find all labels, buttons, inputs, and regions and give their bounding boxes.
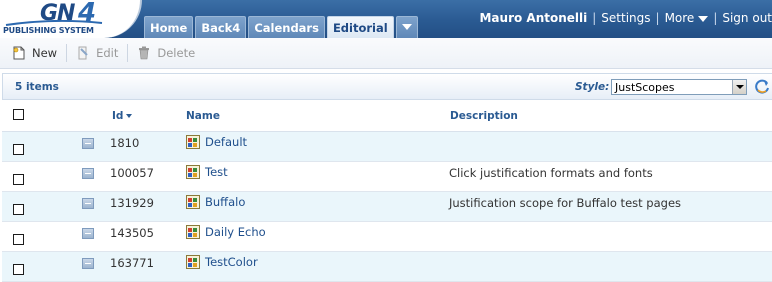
row-id: 143505	[110, 226, 154, 240]
style-select-value: JustScopes	[615, 81, 675, 94]
row-checkbox[interactable]	[13, 234, 24, 245]
scope-icon	[186, 255, 200, 269]
row-name-link[interactable]: Test	[186, 165, 228, 179]
table-row[interactable]: 1810 Default	[2, 132, 772, 162]
logo-subtitle: PUBLISHING SYSTEM	[3, 26, 94, 35]
row-name: Test	[205, 165, 228, 179]
more-menu-label: More	[664, 11, 695, 25]
table-row[interactable]: 143505 Daily Echo	[2, 222, 772, 252]
refresh-icon[interactable]	[754, 78, 771, 95]
dropdown-arrow-icon[interactable]	[732, 80, 746, 94]
trash-icon	[139, 46, 150, 60]
user-bar: Mauro Antonelli | Settings | More | Sign…	[479, 9, 772, 27]
item-count: 5 items	[15, 81, 59, 93]
new-document-icon	[13, 46, 25, 60]
style-select[interactable]: JustScopes	[611, 79, 747, 95]
row-id: 1810	[110, 136, 140, 150]
table-row[interactable]: 100057 Test Click justification formats …	[2, 162, 772, 192]
scope-icon	[186, 195, 200, 209]
row-checkbox[interactable]	[13, 264, 24, 275]
table-body: 1810 Default 100057 Test Click justifica…	[2, 132, 772, 282]
new-button-label: New	[32, 46, 58, 60]
row-checkbox[interactable]	[13, 204, 24, 215]
signout-link[interactable]: Sign out	[722, 11, 772, 25]
tab-calendars[interactable]: Calendars	[248, 16, 325, 38]
document-icon	[82, 198, 94, 209]
row-description: Justification scope for Buffalo test pag…	[449, 196, 682, 210]
settings-link[interactable]: Settings	[601, 11, 650, 25]
toolbar-divider	[127, 44, 129, 62]
chevron-down-icon	[698, 15, 709, 22]
row-checkbox[interactable]	[13, 174, 24, 185]
toolbar-divider	[66, 44, 68, 62]
document-icon	[82, 258, 94, 269]
more-menu[interactable]: More	[665, 11, 709, 25]
tab-editorial[interactable]: Editorial	[326, 16, 394, 38]
edit-icon	[78, 46, 88, 60]
table-row[interactable]: 163771 TestColor	[2, 252, 772, 282]
style-label: Style:	[575, 81, 610, 93]
row-id: 100057	[110, 166, 154, 180]
delete-button-label: Delete	[157, 46, 196, 60]
chevron-down-icon	[401, 24, 412, 30]
row-name: TestColor	[205, 255, 258, 269]
column-header-name[interactable]: Name	[186, 110, 220, 122]
column-header-id[interactable]: Id	[112, 110, 133, 122]
row-description: Click justification formats and fonts	[449, 166, 653, 180]
document-icon	[82, 138, 94, 149]
column-header-description[interactable]: Description	[450, 110, 518, 122]
divider: |	[713, 11, 718, 25]
column-header-id-label: Id	[112, 110, 124, 122]
row-name-link[interactable]: Buffalo	[186, 195, 245, 209]
row-name-link[interactable]: Default	[186, 135, 247, 149]
edit-button[interactable]: Edit	[76, 43, 118, 63]
sort-desc-icon	[126, 114, 133, 118]
row-name-link[interactable]: TestColor	[186, 255, 258, 269]
app-header: GN 4 PUBLISHING SYSTEM Home Back4 Calend…	[0, 0, 772, 38]
select-all-checkbox[interactable]	[13, 109, 24, 120]
user-name[interactable]: Mauro Antonelli	[479, 11, 587, 25]
tabs-overflow-button[interactable]	[395, 16, 418, 38]
table-row[interactable]: 131929 Buffalo Justification scope for B…	[2, 192, 772, 222]
scope-icon	[186, 135, 200, 149]
row-name-link[interactable]: Daily Echo	[186, 225, 266, 239]
tab-back4[interactable]: Back4	[195, 16, 247, 38]
scope-icon	[186, 165, 200, 179]
document-icon	[82, 228, 94, 239]
gn4-logo[interactable]: GN 4 PUBLISHING SYSTEM	[0, 0, 142, 38]
table-header: Id Name Description	[2, 100, 772, 132]
list-header-bar: 5 items Style: JustScopes	[2, 73, 772, 100]
divider: |	[592, 11, 597, 25]
row-name: Buffalo	[205, 195, 246, 209]
row-name: Default	[205, 135, 248, 149]
main-tabs: Home Back4 Calendars Editorial	[144, 16, 420, 38]
divider: |	[655, 11, 660, 25]
new-button[interactable]: New	[12, 43, 57, 63]
row-checkbox[interactable]	[13, 144, 24, 155]
action-toolbar: New Edit Delete	[0, 38, 772, 69]
edit-button-label: Edit	[96, 46, 119, 60]
row-id: 163771	[110, 256, 154, 270]
delete-button[interactable]: Delete	[137, 43, 195, 63]
row-id: 131929	[110, 196, 154, 210]
tab-home[interactable]: Home	[144, 16, 194, 38]
scope-icon	[186, 225, 200, 239]
document-icon	[82, 168, 94, 179]
row-name: Daily Echo	[205, 225, 266, 239]
